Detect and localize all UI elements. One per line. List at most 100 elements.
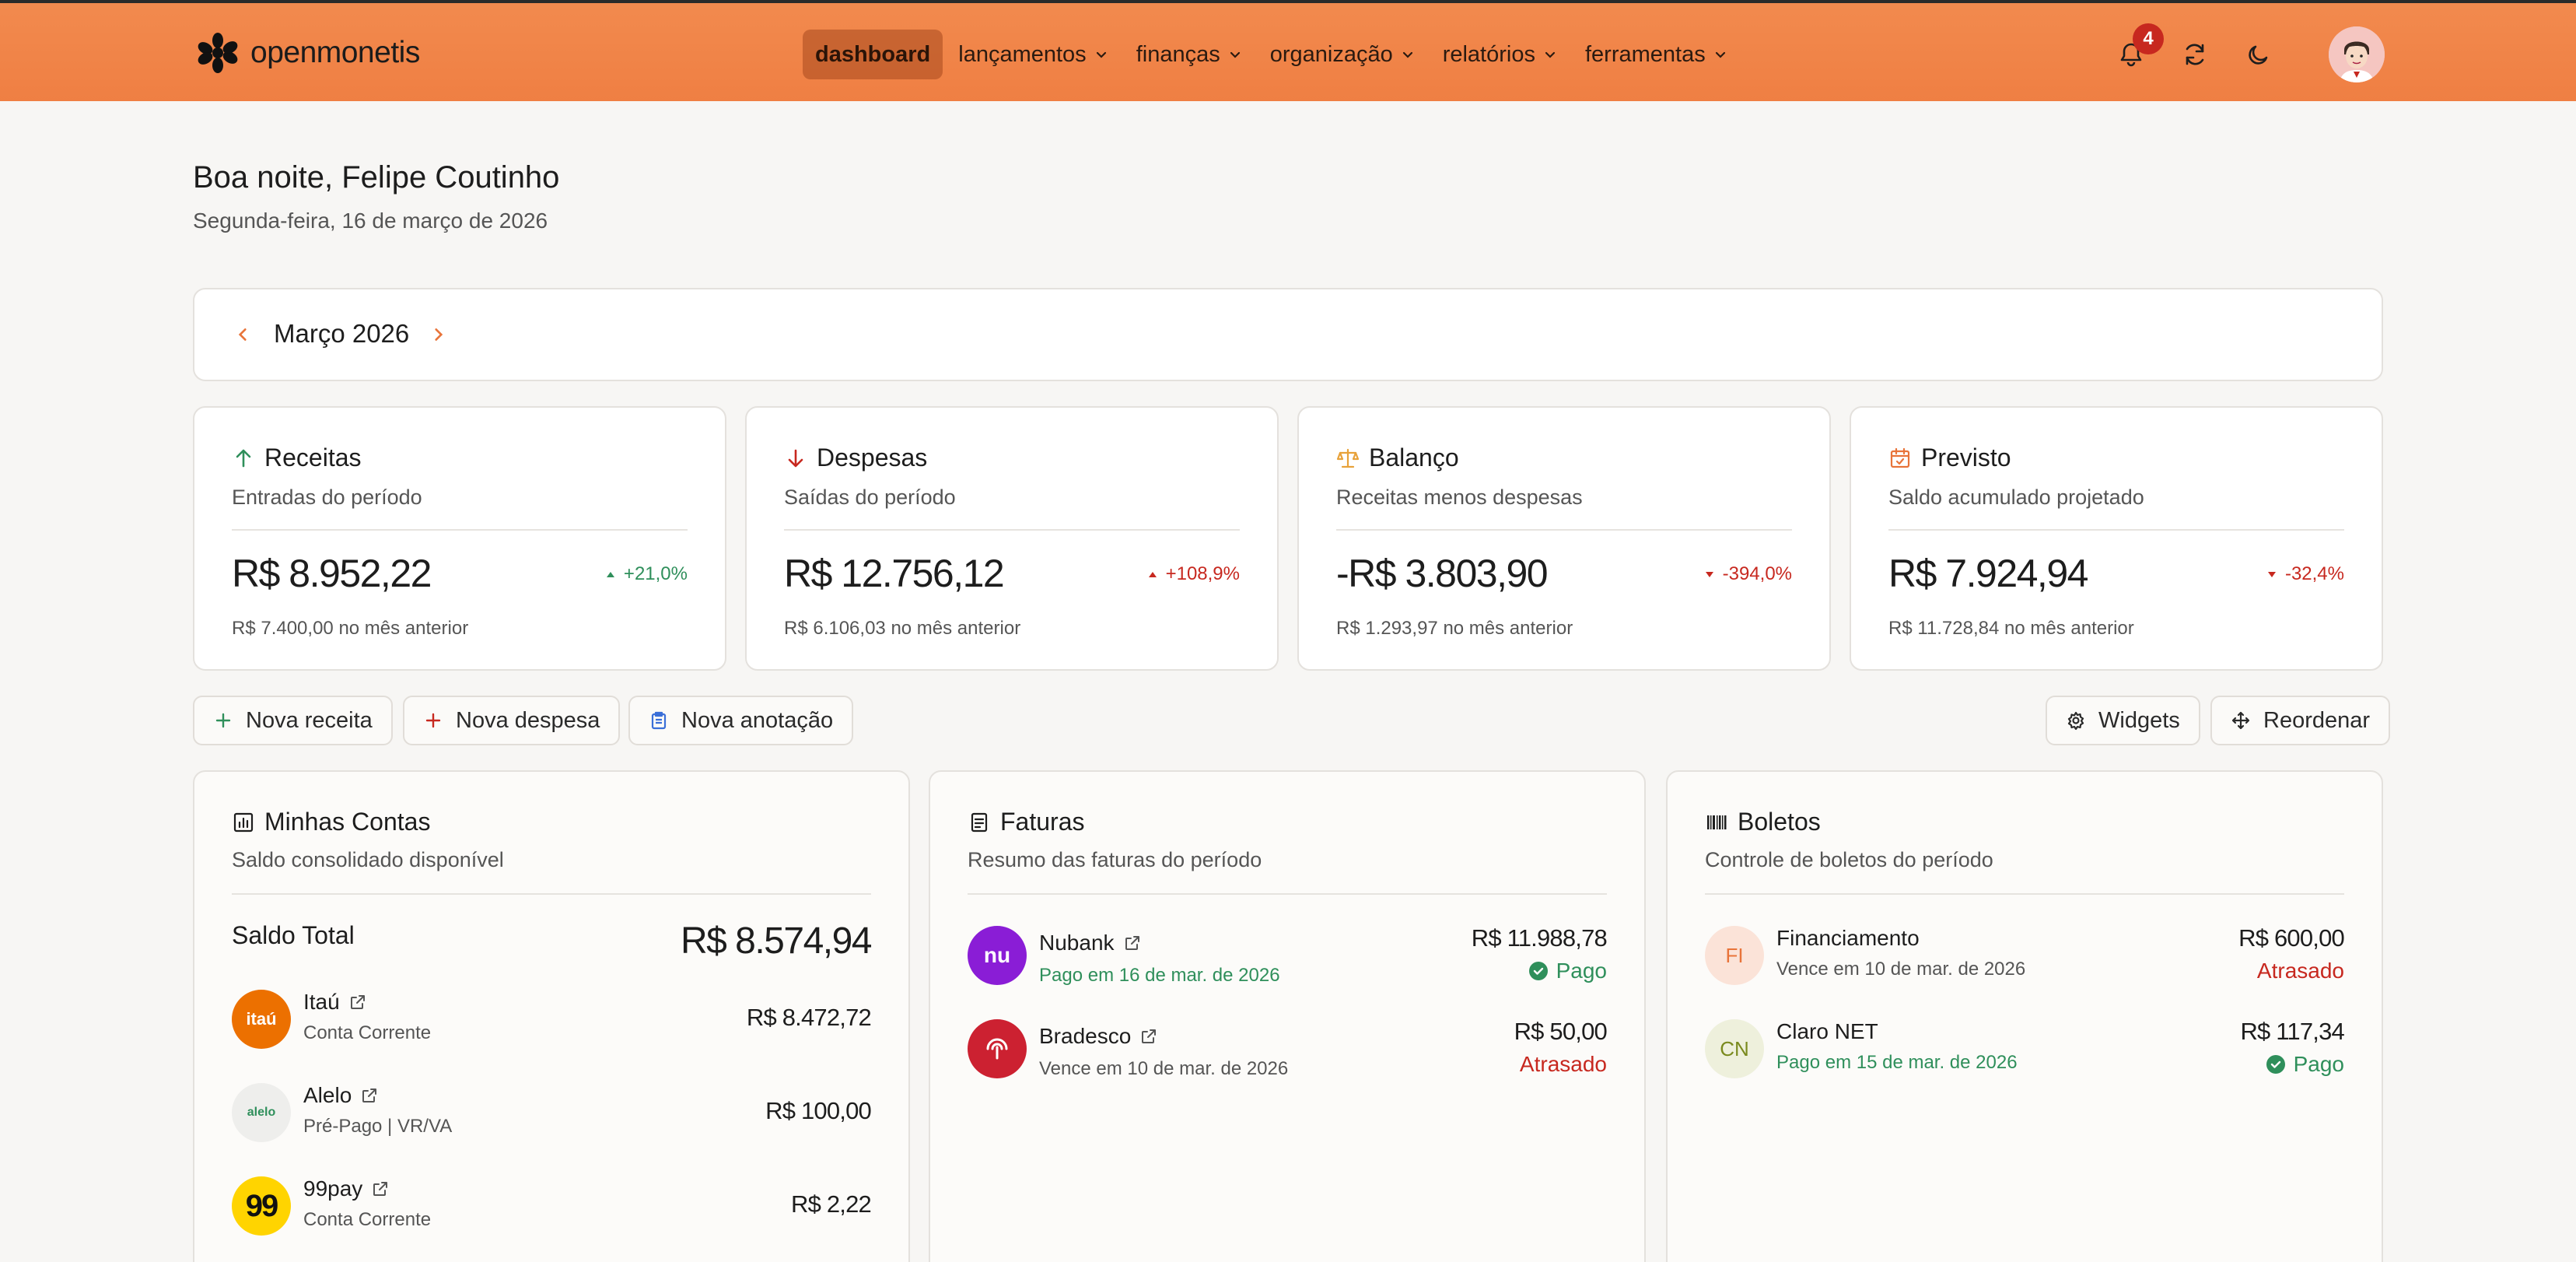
account-name[interactable]: Itaú [303, 990, 366, 1015]
plus-icon [425, 713, 441, 728]
widgets-button[interactable]: Widgets [2046, 696, 2200, 745]
avatar[interactable] [2329, 26, 2385, 82]
new-expense-label: Nova despesa [456, 707, 600, 733]
current-period-label: Março 2026 [274, 319, 410, 348]
barcode-icon [1707, 815, 1727, 829]
stat-card-change: -394,0% [1704, 563, 1792, 585]
arrow-up-icon [236, 449, 251, 467]
99pay-logo: 99 [232, 1176, 291, 1236]
stat-card-subtitle: Saldo acumulado projetado [1888, 486, 2144, 509]
account-amount: R$ 2,22 [791, 1190, 872, 1218]
stat-card-change-value: -394,0% [1722, 563, 1792, 584]
divider [232, 529, 688, 531]
account-type: Pré-Pago | VR/VA [303, 1116, 453, 1137]
bill-status-text: Pago [2293, 1052, 2344, 1076]
total-balance-value: R$ 8.574,94 [680, 920, 873, 962]
account-name[interactable]: 99pay [303, 1176, 389, 1201]
stat-card-header: Previsto [1888, 443, 2011, 472]
nav-item-label: finanças [1136, 41, 1220, 67]
bill-amount: R$ 117,34 [2240, 1018, 2344, 1045]
account-name[interactable]: Alelo [303, 1083, 378, 1108]
divider [1336, 529, 1792, 531]
nav-actions: 4 [2112, 23, 2385, 84]
bill-date: Vence em 10 de mar. de 2026 [1776, 959, 2026, 980]
stat-card-title: Receitas [264, 443, 362, 471]
widgets-label: Widgets [2098, 707, 2180, 733]
triangle-down-icon [2267, 572, 2276, 577]
external-link-icon [373, 1182, 388, 1196]
invoice-status-text: Atrasado [1519, 1052, 1607, 1076]
sync-button[interactable] [2176, 36, 2214, 73]
chevron-down-icon [1096, 51, 1106, 58]
new-expense-button[interactable]: Nova despesa [403, 696, 621, 745]
notifications-button[interactable]: 4 [2112, 23, 2164, 73]
new-note-button[interactable]: Nova anotação [628, 696, 854, 745]
gear-icon [2067, 711, 2084, 731]
bill-row[interactable]: FI Financiamento Vence em 10 de mar. de … [1705, 924, 2345, 987]
stat-card-change: +108,9% [1147, 563, 1240, 585]
invoice-row[interactable]: Bradesco Vence em 10 de mar. de 2026 R$ … [968, 1018, 1608, 1080]
invoice-row[interactable]: nu Nubank Pago em 16 de mar. de 2026 R$ … [968, 924, 1608, 987]
stat-card-previous: R$ 11.728,84 no mês anterior [1888, 618, 2134, 639]
account-row[interactable]: itaú Itaú Conta Corrente R$ 8.472,72 [232, 988, 872, 1050]
widget-title: Faturas [1000, 808, 1085, 836]
stat-card-value: R$ 7.924,94 [1888, 552, 2088, 595]
check-circle-icon [2266, 1055, 2285, 1074]
stat-card-change: -32,4% [2266, 563, 2344, 585]
nav-item-label: relatórios [1442, 41, 1535, 67]
account-name-text: Itaú [303, 990, 340, 1014]
brand[interactable]: openmonetis [198, 31, 420, 75]
bradesco-tree-icon [986, 1038, 1008, 1060]
bill-initials-avatar: CN [1705, 1019, 1764, 1078]
invoice-status: Atrasado [1520, 1052, 1607, 1077]
new-income-button[interactable]: Nova receita [193, 696, 393, 745]
bill-row[interactable]: CN Claro NET Pago em 15 de mar. de 2026 … [1705, 1018, 2345, 1080]
reorder-button[interactable]: Reordenar [2210, 696, 2391, 745]
bill-name: Financiamento [1776, 926, 1920, 950]
widget-header: Faturas [968, 808, 1084, 836]
chevron-left-icon [238, 328, 247, 341]
stat-card-change: +21,0% [605, 563, 688, 585]
nav-item-relatorios[interactable]: relatórios [1430, 30, 1570, 79]
stat-card-receitas: Receitas Entradas do período R$ 8.952,22… [193, 406, 726, 671]
move-icon [2231, 711, 2250, 730]
widget-title: Boletos [1738, 808, 1821, 836]
stat-card-change-value: -32,4% [2284, 563, 2344, 584]
nav-item-financas[interactable]: finanças [1124, 30, 1255, 79]
period-selector: Março 2026 [193, 288, 2383, 381]
clipboard-icon [651, 711, 667, 730]
plus-icon [215, 713, 231, 728]
bill-name: Claro NET [1776, 1019, 1878, 1043]
next-month-button[interactable] [423, 319, 454, 350]
nubank-logo: nu [968, 926, 1027, 985]
widget-subtitle: Saldo consolidado disponível [232, 848, 504, 871]
account-name-text: Alelo [303, 1083, 352, 1107]
account-row[interactable]: alelo Alelo Pré-Pago | VR/VA R$ 100,00 [232, 1081, 872, 1144]
account-row[interactable]: 99 99pay Conta Corrente R$ 2,22 [232, 1175, 872, 1237]
external-link-icon [1125, 936, 1139, 950]
bradesco-logo [968, 1019, 1027, 1078]
theme-toggle-button[interactable] [2240, 36, 2277, 73]
nav-item-dashboard[interactable]: dashboard [803, 30, 943, 79]
bar-chart-icon [233, 812, 254, 832]
invoice-amount: R$ 50,00 [1514, 1018, 1608, 1045]
divider [1705, 893, 2344, 895]
external-link-icon [362, 1088, 377, 1102]
accounts-widget: Minhas Contas Saldo consolidado disponív… [193, 770, 910, 1262]
stat-card-value: R$ 12.756,12 [784, 552, 1005, 595]
widget-title: Minhas Contas [264, 808, 431, 836]
invoice-name[interactable]: Bradesco [1039, 1024, 1157, 1049]
stat-card-header: Despesas [784, 443, 927, 472]
arrow-down-icon [788, 449, 803, 467]
stat-card-subtitle: Entradas do período [232, 486, 422, 509]
nav-item-ferramentas[interactable]: ferramentas [1573, 30, 1740, 79]
divider [1888, 529, 2344, 531]
stat-card-title: Despesas [817, 443, 928, 471]
nav-item-lancamentos[interactable]: lançamentos [946, 30, 1120, 79]
notification-count-badge: 4 [2133, 23, 2164, 54]
current-date: Segunda-feira, 16 de março de 2026 [193, 209, 548, 233]
nav-item-label: dashboard [815, 41, 931, 67]
nav-item-organizacao[interactable]: organização [1258, 30, 1427, 79]
invoice-name[interactable]: Nubank [1039, 931, 1141, 955]
previous-month-button[interactable] [227, 319, 258, 350]
